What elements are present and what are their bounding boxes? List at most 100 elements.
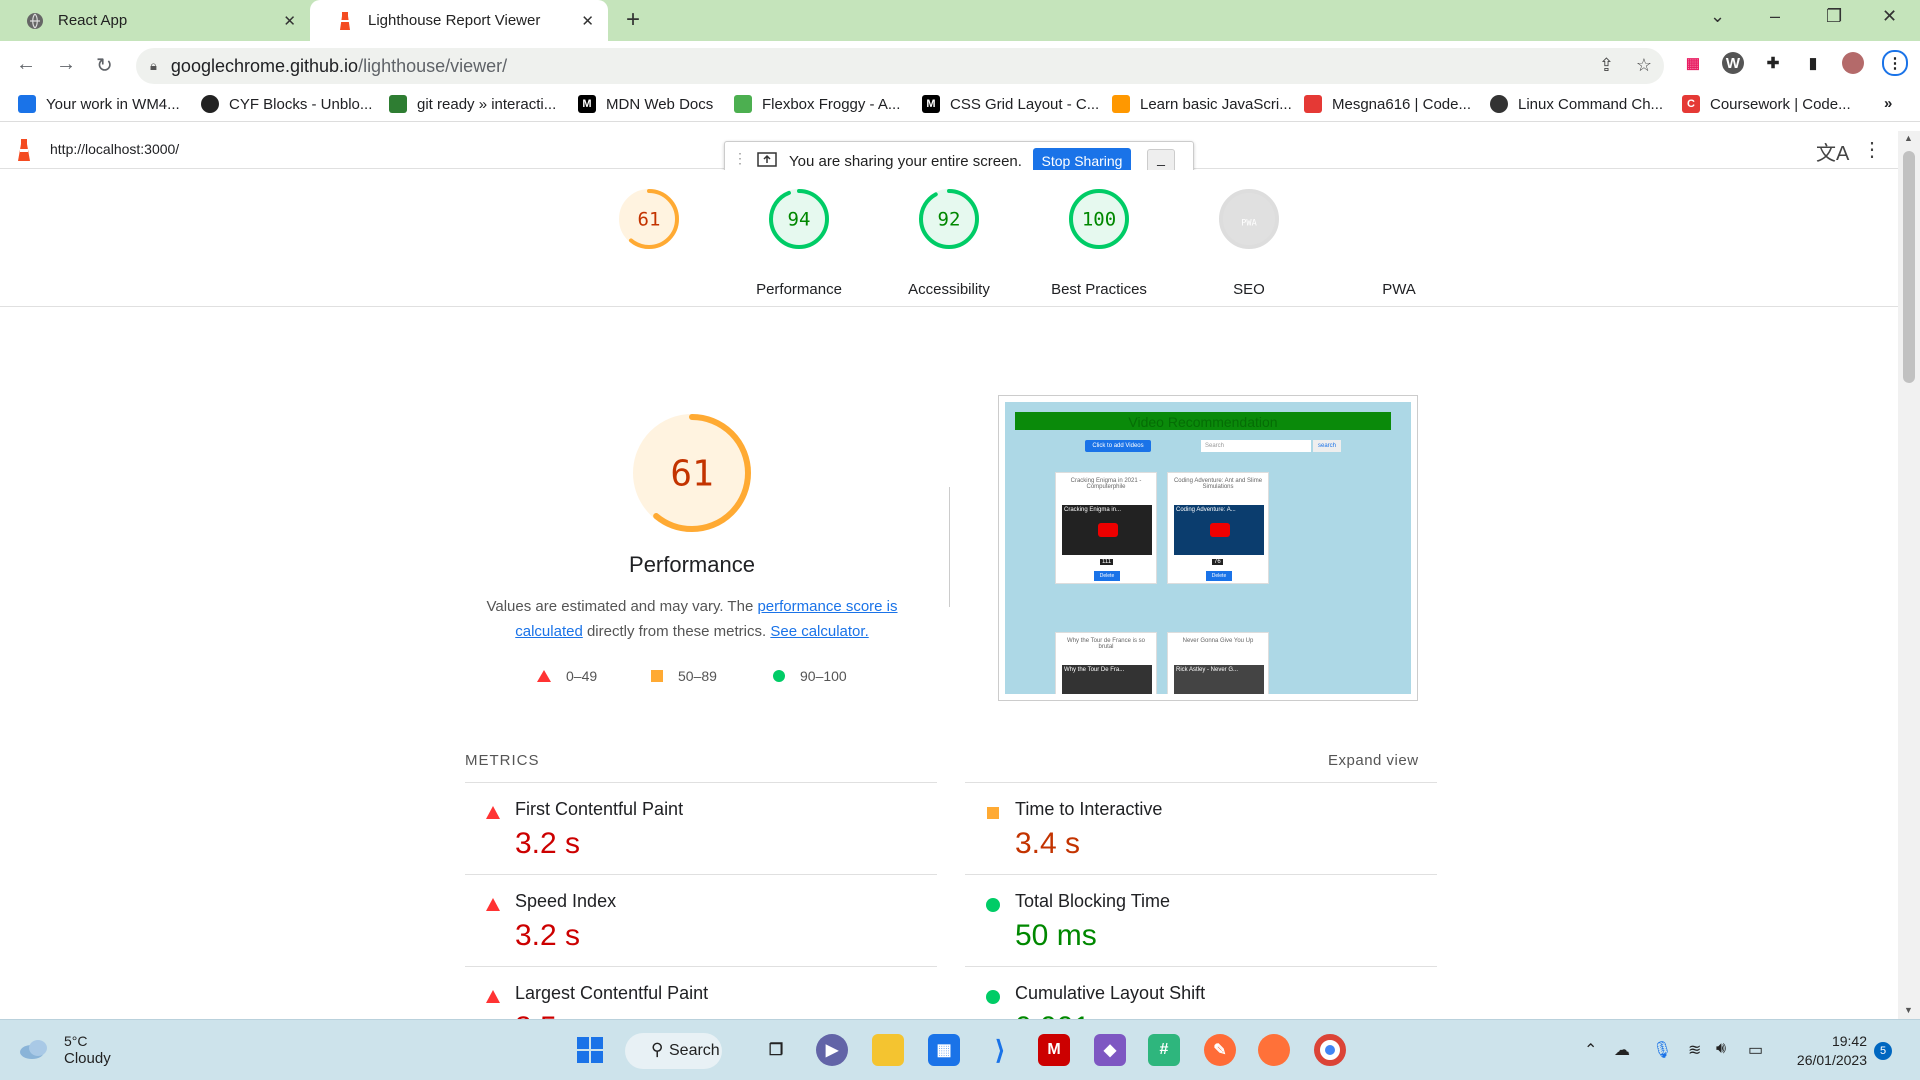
tab-lighthouse-viewer[interactable]: Lighthouse Report Viewer ✕: [310, 0, 608, 41]
forward-icon[interactable]: →: [56, 53, 76, 76]
mcafee-icon[interactable]: M: [1038, 1034, 1070, 1066]
notification-badge[interactable]: 5: [1874, 1042, 1892, 1060]
scroll-up-icon[interactable]: ▲: [1904, 133, 1913, 143]
url-text: googlechrome.github.io/lighthouse/viewer…: [170, 55, 508, 76]
profile-avatar[interactable]: [1842, 52, 1864, 74]
gauge-accessibility[interactable]: 94 Accessibility: [724, 186, 990, 298]
fail-triangle-icon: [486, 990, 500, 1003]
metric-name: Largest Contentful Paint: [515, 983, 709, 1003]
microphone-icon[interactable]: 🎙︎: [1652, 1040, 1672, 1060]
gauge-pwa[interactable]: PWA PWA: [1174, 186, 1416, 298]
card-video: Why the Tour De Fra...: [1062, 665, 1152, 694]
average-square-icon: [987, 807, 999, 819]
extension-grid-icon[interactable]: ▦: [1682, 52, 1704, 74]
bookmark-item[interactable]: git ready » interacti...: [389, 95, 556, 113]
bookmark-favicon-icon: [201, 95, 219, 113]
wifi-icon[interactable]: ≋: [1688, 1040, 1701, 1060]
gauge-score: 92: [938, 209, 961, 231]
task-view-icon[interactable]: ❐: [760, 1034, 792, 1066]
tab-search-icon[interactable]: ⌄: [1710, 6, 1725, 27]
card-title: Coding Adventure: Ant and Slime Simulati…: [1173, 478, 1263, 490]
gauge-best-practices[interactable]: 92 Best Practices: [874, 186, 1147, 298]
bookmark-item[interactable]: Your work in WM4...: [18, 95, 180, 113]
metric-name: Time to Interactive: [1015, 799, 1163, 819]
metric-lcp: Largest Contentful Paint 3.5 s: [465, 966, 937, 1019]
fail-triangle-icon: [486, 806, 500, 819]
report-menu-icon[interactable]: ⋮: [1862, 137, 1882, 162]
scrollbar-thumb[interactable]: [1903, 151, 1915, 383]
teams-chat-icon[interactable]: ▶: [816, 1034, 848, 1066]
screenshot-search-input: Search: [1201, 440, 1311, 452]
gauge-score: 94: [788, 209, 811, 231]
share-icon[interactable]: ⇪: [1599, 55, 1614, 76]
fail-triangle-icon: [486, 898, 500, 911]
scroll-down-icon[interactable]: ▼: [1904, 1005, 1913, 1015]
see-calculator-link[interactable]: See calculator.: [770, 623, 868, 640]
postman-icon[interactable]: ✎: [1204, 1034, 1236, 1066]
reload-icon[interactable]: ↻: [96, 53, 113, 78]
lock-icon[interactable]: 🔒︎: [150, 58, 157, 74]
gauge-label: PWA: [1382, 281, 1416, 298]
restore-icon[interactable]: ❐: [1826, 6, 1842, 27]
tab-react-app[interactable]: React App ✕: [0, 0, 310, 41]
gauge-label: Best Practices: [1051, 281, 1147, 298]
back-icon[interactable]: ←: [16, 53, 36, 76]
close-tab-icon[interactable]: ✕: [283, 12, 296, 30]
metric-fcp: First Contentful Paint 3.2 s: [465, 782, 937, 874]
system-clock[interactable]: 19:42 26/01/2023: [1791, 1032, 1867, 1070]
bookmark-item[interactable]: C Coursework | Code...: [1682, 95, 1851, 113]
gauge-score: 61: [670, 454, 713, 495]
card-delete-button: Delete: [1206, 571, 1232, 581]
onedrive-icon[interactable]: ☁: [1614, 1040, 1630, 1060]
bookmarks-overflow[interactable]: »: [1884, 95, 1892, 112]
expand-view-button[interactable]: Expand view: [1328, 752, 1419, 769]
close-tab-icon[interactable]: ✕: [581, 12, 594, 30]
bookmark-favicon-icon: [389, 95, 407, 113]
extensions-puzzle-icon[interactable]: ✚: [1762, 52, 1784, 74]
bookmark-star-icon[interactable]: ☆: [1636, 55, 1652, 76]
bookmark-item[interactable]: Mesgna616 | Code...: [1304, 95, 1471, 113]
card-title: Cracking Enigma in 2021 - Computerphile: [1070, 478, 1142, 490]
gauge-label: Performance: [756, 281, 842, 298]
gauge-ring: 61: [619, 189, 679, 249]
app-icon[interactable]: ◆: [1094, 1034, 1126, 1066]
minimize-icon[interactable]: –: [1770, 6, 1780, 27]
gauge-score: 100: [1082, 209, 1116, 231]
file-explorer-icon[interactable]: [872, 1034, 904, 1066]
drag-handle-icon[interactable]: ⋮: [733, 150, 747, 167]
weather-widget[interactable]: 5°C Cloudy: [18, 1032, 111, 1068]
card-delete-button: Delete: [1094, 571, 1120, 581]
final-screenshot[interactable]: Video Recommendation Click to add Videos…: [998, 395, 1418, 701]
volume-icon[interactable]: 🔊︎: [1716, 1040, 1726, 1058]
taskbar-search[interactable]: ⚲ Search: [625, 1033, 722, 1069]
globe-icon: [26, 12, 44, 30]
slack-icon[interactable]: #: [1148, 1034, 1180, 1066]
windows-start-icon[interactable]: [574, 1034, 606, 1066]
page-scrollbar[interactable]: ▲ ▼: [1898, 131, 1920, 1019]
bookmark-item[interactable]: Flexbox Froggy - A...: [734, 95, 900, 113]
microsoft-store-icon[interactable]: ▦: [928, 1034, 960, 1066]
address-bar[interactable]: 🔒︎ googlechrome.github.io/lighthouse/vie…: [136, 48, 1664, 84]
weather-condition: Cloudy: [64, 1050, 111, 1067]
vscode-icon[interactable]: ⟩: [984, 1034, 1016, 1066]
bookmark-item[interactable]: Linux Command Ch...: [1490, 95, 1663, 113]
battery-icon[interactable]: ▭: [1748, 1040, 1763, 1060]
chrome-menu-icon[interactable]: ⋮: [1882, 50, 1908, 76]
card-video: Coding Adventure: A...: [1174, 505, 1264, 555]
gauge-seo[interactable]: 100 SEO: [1024, 186, 1265, 298]
close-window-icon[interactable]: ✕: [1882, 6, 1897, 27]
gauge-performance[interactable]: 61 Performance: [574, 186, 842, 298]
bookmark-item[interactable]: Learn basic JavaScri...: [1112, 95, 1292, 113]
bookmark-item[interactable]: M MDN Web Docs: [578, 95, 713, 113]
firefox-icon[interactable]: [1258, 1034, 1290, 1066]
bookmark-item[interactable]: CYF Blocks - Unblo...: [201, 95, 372, 113]
show-hidden-icons[interactable]: ⌃: [1584, 1040, 1597, 1060]
share-banner-text: You are sharing your entire screen.: [789, 153, 1022, 170]
translate-icon[interactable]: 文A: [1816, 137, 1849, 166]
chrome-icon[interactable]: [1314, 1034, 1346, 1066]
side-panel-icon[interactable]: ▮: [1802, 52, 1824, 74]
new-tab-button[interactable]: +: [626, 6, 640, 34]
wordpress-icon[interactable]: W: [1722, 52, 1744, 74]
fail-triangle-icon: [537, 670, 551, 682]
bookmark-item[interactable]: M CSS Grid Layout - C...: [922, 95, 1099, 113]
